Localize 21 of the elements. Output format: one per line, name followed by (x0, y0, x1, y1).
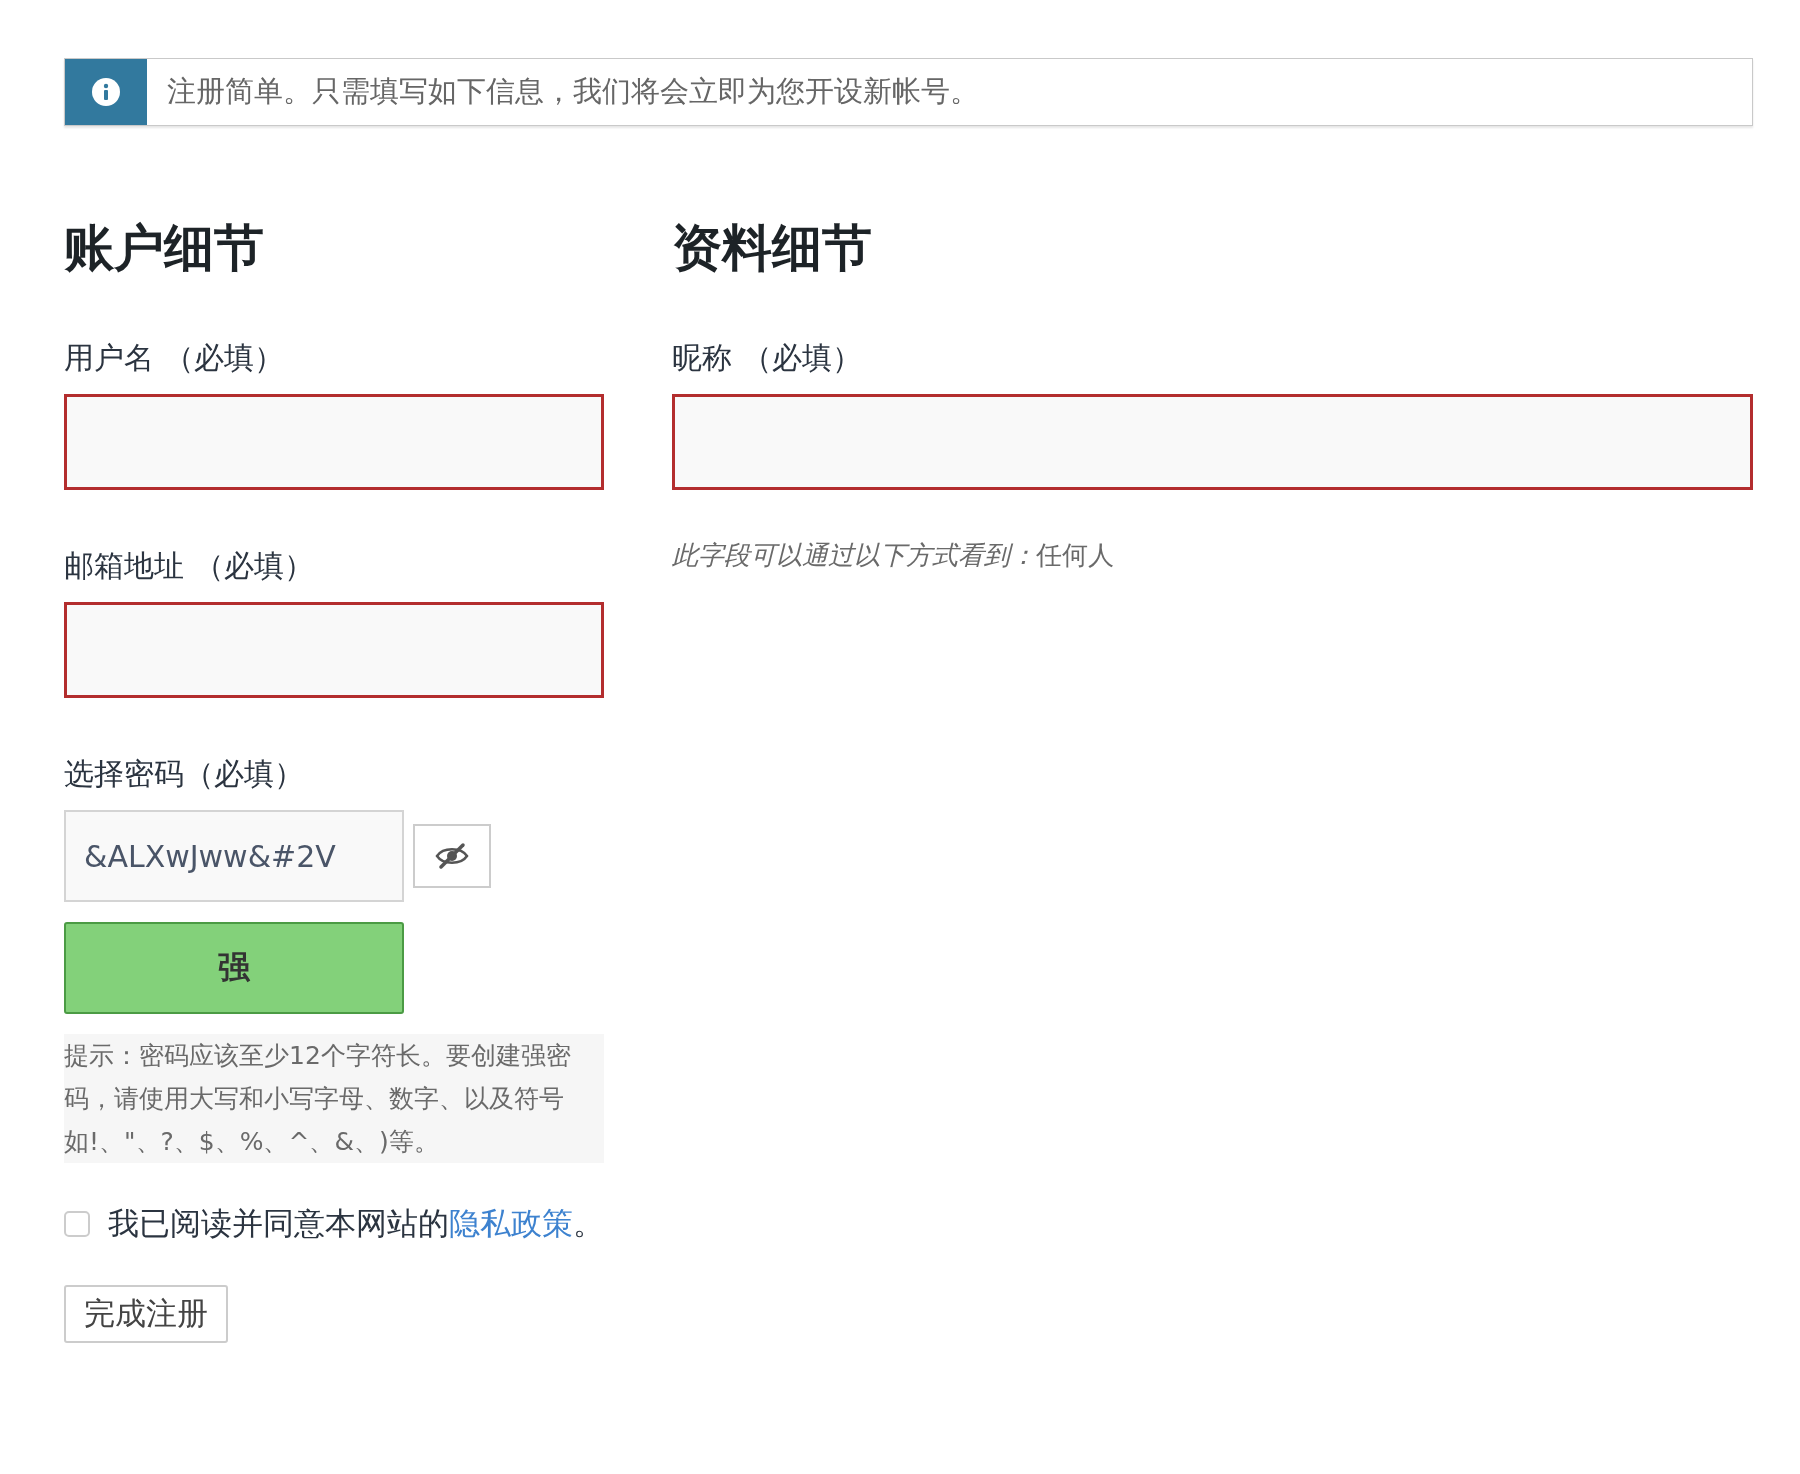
password-strength-meter: 强 (64, 922, 404, 1014)
input-field[interactable] (64, 602, 604, 698)
section-heading: 资料细节 (672, 218, 873, 278)
password-field[interactable]: &ALXwJww&#2V (64, 810, 404, 902)
info-icon (91, 77, 121, 107)
input-field[interactable] (672, 394, 1753, 490)
field-label: 昵称 （必填） (672, 340, 863, 376)
submit-button[interactable]: 完成注册 (64, 1285, 228, 1343)
field-label: 用户名 （必填） (64, 340, 285, 376)
field-label: 选择密码（必填） (64, 756, 305, 792)
field-label: 邮箱地址 （必填） (64, 548, 315, 584)
eye-slash-icon (435, 842, 469, 870)
field-visibility-note: 此字段可以通过以下方式看到：任何人 (672, 539, 1115, 572)
checkbox[interactable] (64, 1211, 90, 1237)
privacy-policy-link[interactable]: 隐私政策 (449, 1205, 573, 1241)
password-hint: 提示：密码应该至少12个字符长。要创建强密码，请使用大写和小写字母、数字、以及符号如!、"、?、$、%、^、&、)等。 (64, 1034, 604, 1163)
consent-text: 我已阅读并同意本网站的隐私政策。 (108, 1204, 604, 1243)
toggle-visibility-button[interactable] (413, 824, 491, 888)
section-heading: 账户细节 (64, 218, 265, 278)
input-field[interactable] (64, 394, 604, 490)
notice-text: 注册简单。只需填写如下信息，我们将会立即为您开设新帐号。 (166, 73, 979, 110)
